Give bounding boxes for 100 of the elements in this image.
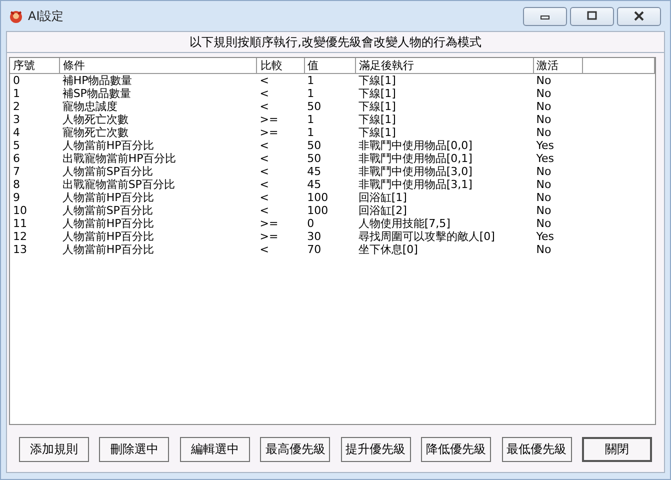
table-cell: < bbox=[260, 74, 269, 87]
action-button[interactable]: 最高優先級 bbox=[260, 437, 330, 462]
action-button[interactable]: 最低優先級 bbox=[502, 437, 572, 462]
table-cell: 非戰鬥中使用物品[3,0] bbox=[358, 165, 472, 178]
table-cell: 出戰寵物當前SP百分比 bbox=[62, 178, 175, 191]
table-cell: 8 bbox=[13, 178, 20, 191]
table-cell: 5 bbox=[13, 139, 20, 152]
column-header[interactable]: 激活 bbox=[533, 58, 583, 74]
window-title: AI設定 bbox=[28, 8, 65, 24]
column-header[interactable]: 滿足後執行 bbox=[355, 58, 534, 74]
table-cell: 人物當前HP百分比 bbox=[62, 139, 154, 152]
table-cell: 11 bbox=[13, 217, 27, 230]
table-cell: 4 bbox=[13, 126, 20, 139]
table-cell: Yes bbox=[536, 139, 554, 152]
table-cell: 人物當前SP百分比 bbox=[62, 204, 153, 217]
table-cell: 0 bbox=[307, 217, 314, 230]
table-cell: 9 bbox=[13, 191, 20, 204]
table-cell: No bbox=[536, 100, 552, 113]
table-cell: 出戰寵物當前HP百分比 bbox=[62, 152, 176, 165]
table-cell: 1 bbox=[307, 126, 314, 139]
table-cell: 1 bbox=[307, 87, 314, 100]
action-button[interactable]: 關閉 bbox=[582, 437, 652, 462]
table-cell: 回浴缸[1] bbox=[358, 191, 407, 204]
table-cell: No bbox=[536, 204, 552, 217]
table-cell: 3 bbox=[13, 113, 20, 126]
table-cell: 人物使用技能[7,5] bbox=[358, 217, 450, 230]
table-cell: No bbox=[536, 178, 552, 191]
column-header[interactable]: 比較 bbox=[256, 58, 304, 74]
table-cell: 人物當前HP百分比 bbox=[62, 191, 154, 204]
table-cell: 下線[1] bbox=[358, 87, 396, 100]
table-cell: No bbox=[536, 165, 552, 178]
maximize-button[interactable] bbox=[570, 6, 614, 26]
column-header[interactable]: 序號 bbox=[10, 58, 60, 74]
action-button[interactable]: 提升優先級 bbox=[340, 437, 411, 462]
table-cell: Yes bbox=[536, 230, 554, 243]
table-cell: No bbox=[536, 74, 552, 87]
table-cell: 2 bbox=[13, 100, 20, 113]
table-cell: 50 bbox=[307, 152, 322, 165]
notice-text: 以下規則按順序執行,改變優先級會改變人物的行為模式 bbox=[6, 31, 665, 53]
table-cell: 人物當前HP百分比 bbox=[62, 217, 154, 230]
table-cell: 補HP物品數量 bbox=[62, 74, 132, 87]
table-cell: < bbox=[260, 204, 269, 217]
table-cell: 0 bbox=[13, 74, 20, 87]
table-cell: 1 bbox=[307, 113, 314, 126]
table-cell: 人物當前HP百分比 bbox=[62, 230, 154, 243]
minimize-button[interactable] bbox=[523, 6, 567, 26]
table-cell: No bbox=[536, 243, 552, 256]
table-cell: 非戰鬥中使用物品[3,1] bbox=[358, 178, 472, 191]
table-cell: 6 bbox=[13, 152, 20, 165]
action-button[interactable]: 刪除選中 bbox=[99, 437, 170, 462]
table-cell: 非戰鬥中使用物品[0,1] bbox=[358, 152, 472, 165]
table-cell: 非戰鬥中使用物品[0,0] bbox=[358, 139, 472, 152]
close-button[interactable] bbox=[617, 6, 661, 26]
table-cell: < bbox=[260, 165, 269, 178]
table-cell: < bbox=[260, 191, 269, 204]
table-cell: 人物當前SP百分比 bbox=[62, 165, 153, 178]
table-cell: 寵物死亡次數 bbox=[62, 126, 128, 139]
table-cell: < bbox=[260, 100, 269, 113]
column-header[interactable]: 條件 bbox=[59, 58, 257, 74]
action-button[interactable]: 編輯選中 bbox=[180, 437, 250, 462]
action-button[interactable]: 降低優先級 bbox=[421, 437, 492, 462]
table-cell: 45 bbox=[307, 165, 322, 178]
table-cell: No bbox=[536, 191, 552, 204]
table-cell: < bbox=[260, 139, 269, 152]
table-cell: >= bbox=[260, 217, 278, 230]
table-cell: 人物死亡次數 bbox=[62, 113, 128, 126]
table-cell: 1 bbox=[13, 87, 20, 100]
table-cell: 回浴缸[2] bbox=[358, 204, 407, 217]
table-cell: 下線[1] bbox=[358, 126, 396, 139]
table-cell: 100 bbox=[307, 204, 328, 217]
table-cell: 下線[1] bbox=[358, 74, 396, 87]
table-cell: 尋找周圍可以攻擊的敵人[0] bbox=[358, 230, 495, 243]
table-cell: >= bbox=[260, 230, 278, 243]
column-header[interactable]: 值 bbox=[304, 58, 356, 74]
table-cell: >= bbox=[260, 113, 278, 126]
table-cell: 70 bbox=[307, 243, 322, 256]
table-cell: 45 bbox=[307, 178, 322, 191]
table-cell: No bbox=[536, 217, 552, 230]
table-cell: 坐下休息[0] bbox=[358, 243, 418, 256]
table-cell: < bbox=[260, 152, 269, 165]
table-cell: 7 bbox=[13, 165, 20, 178]
action-button[interactable]: 添加規則 bbox=[19, 437, 89, 462]
table-cell: 100 bbox=[307, 191, 328, 204]
table-cell: 50 bbox=[307, 139, 322, 152]
table-cell: >= bbox=[260, 126, 278, 139]
table-cell: No bbox=[536, 126, 552, 139]
maximize-icon bbox=[586, 11, 598, 21]
table-cell: 12 bbox=[13, 230, 27, 243]
table-cell: 人物當前HP百分比 bbox=[62, 243, 154, 256]
table-cell: 50 bbox=[307, 100, 322, 113]
close-icon bbox=[633, 11, 645, 21]
table-cell: 寵物忠誠度 bbox=[62, 100, 118, 113]
table-cell: < bbox=[260, 243, 269, 256]
table-cell: 補SP物品數量 bbox=[62, 87, 131, 100]
table-cell: < bbox=[260, 178, 269, 191]
table-cell: 10 bbox=[13, 204, 27, 217]
table-cell: 30 bbox=[307, 230, 322, 243]
table-cell: Yes bbox=[536, 152, 554, 165]
table-cell: No bbox=[536, 87, 552, 100]
table-cell: 1 bbox=[307, 74, 314, 87]
